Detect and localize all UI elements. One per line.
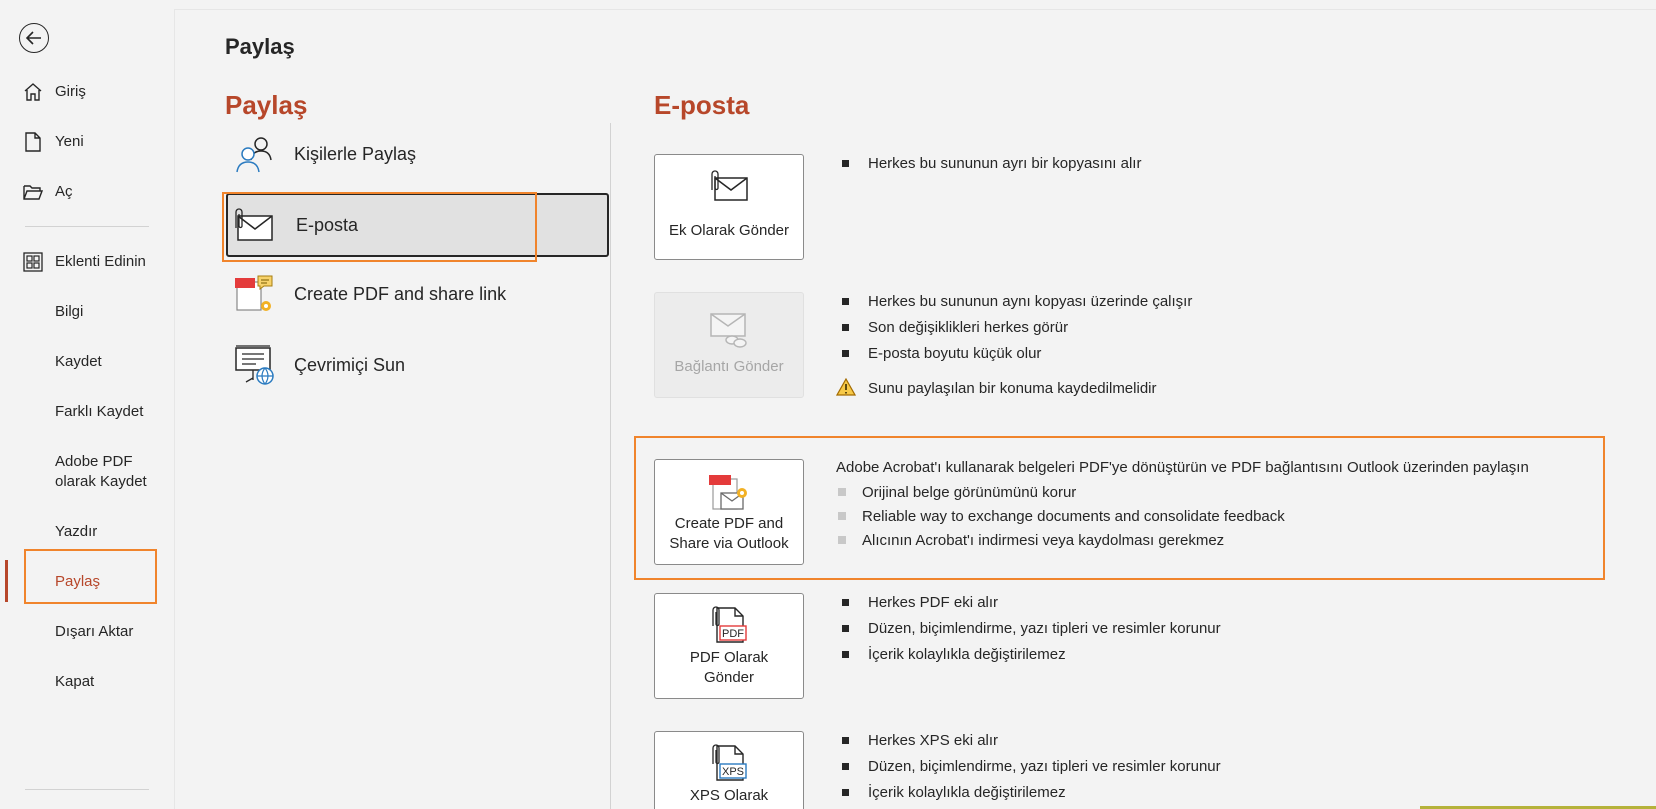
send-as-pdf-details: Herkes PDF eki alır Düzen, biçimlendirme… <box>838 592 1221 670</box>
nav-bottom-divider <box>25 789 149 790</box>
nav-new-label: Yeni <box>55 133 84 150</box>
detail-bullet: Herkes bu sununun aynı kopyası üzerinde … <box>838 291 1192 317</box>
share-option-present-online[interactable]: Çevrimiçi Sun <box>226 333 608 397</box>
create-pdf-share-outlook-label: Create PDF and Share via Outlook <box>669 515 789 552</box>
create-pdf-icon <box>234 273 276 315</box>
send-as-xps-button[interactable]: XPS XPS Olarak <box>654 731 804 809</box>
detail-bullet: İçerik kolaylıkla değiştirilemez <box>838 782 1221 808</box>
nav-save-as-adobe-pdf[interactable]: Adobe PDF olarak Kaydet <box>0 452 174 492</box>
share-option-email[interactable]: E-posta <box>226 193 609 257</box>
present-online-icon <box>234 344 276 386</box>
add-ins-icon <box>22 251 44 273</box>
email-attachment-icon <box>232 204 274 246</box>
send-link-button[interactable]: Bağlantı Gönder <box>654 292 804 398</box>
share-option-create-pdf-link-label: Create PDF and share link <box>294 283 507 304</box>
acrobat-share-icon <box>707 472 751 512</box>
share-heading: Paylaş <box>225 90 308 120</box>
detail-bullet: Herkes XPS eki alır <box>838 730 1221 756</box>
warning-text: Sunu paylaşılan bir konuma kaydedilmelid… <box>868 380 1157 397</box>
share-option-people[interactable]: Kişilerle Paylaş <box>226 122 608 186</box>
nav-save-as-adobe-pdf-label: Adobe PDF olarak Kaydet <box>55 453 147 490</box>
send-as-xps-label: XPS Olarak <box>689 787 769 804</box>
nav-new[interactable]: Yeni <box>0 130 174 154</box>
nav-print[interactable]: Yazdır <box>0 520 174 544</box>
nav-open[interactable]: Aç <box>0 180 174 204</box>
share-option-create-pdf-link[interactable]: Create PDF and share link <box>226 262 608 326</box>
nav-close-label: Kapat <box>55 673 95 690</box>
nav-info[interactable]: Bilgi <box>0 300 174 324</box>
warning-icon <box>835 377 857 403</box>
nav-add-ins[interactable]: Eklenti Edinin <box>0 250 174 274</box>
nav-save-as[interactable]: Farklı Kaydet <box>0 400 174 424</box>
pdf-icon-text: PDF <box>722 628 744 640</box>
nav-print-label: Yazdır <box>55 523 98 540</box>
send-as-pdf-label: PDF Olarak Gönder <box>689 649 769 686</box>
send-as-pdf-button[interactable]: PDF PDF Olarak Gönder <box>654 593 804 699</box>
nav-save[interactable]: Kaydet <box>0 350 174 374</box>
send-link-details: Herkes bu sununun aynı kopyası üzerinde … <box>835 291 1192 404</box>
nav-add-ins-label: Eklenti Edinin <box>55 253 146 270</box>
create-pdf-share-outlook-button[interactable]: Create PDF and Share via Outlook <box>654 459 804 565</box>
xps-icon-text: XPS <box>722 766 744 778</box>
back-button[interactable] <box>19 23 49 53</box>
detail-bullet: E-posta boyutu küçük olur <box>838 343 1192 369</box>
nav-save-as-label: Farklı Kaydet <box>55 403 144 420</box>
section-divider <box>610 123 611 809</box>
nav-share[interactable]: Paylaş <box>0 570 174 594</box>
home-icon <box>22 81 44 103</box>
new-document-icon <box>22 131 44 153</box>
nav-info-label: Bilgi <box>55 303 84 320</box>
share-option-email-label: E-posta <box>296 214 359 235</box>
back-arrow-icon <box>26 31 41 45</box>
send-as-attachment-button[interactable]: Ek Olarak Gönder <box>654 154 804 260</box>
nav-home-label: Giriş <box>55 83 86 100</box>
detail-bullet: Düzen, biçimlendirme, yazı tipleri ve re… <box>838 618 1221 644</box>
detail-bullet: Herkes PDF eki alır <box>838 592 1221 618</box>
backstage-nav: Giriş Yeni Aç Eklenti Edinin Bilgi Kayde… <box>0 0 174 809</box>
page-title: Paylaş <box>225 34 295 59</box>
detail-bullet: İçerik kolaylıkla değiştirilemez <box>838 644 1221 670</box>
link-envelope-icon <box>707 309 751 349</box>
send-as-attachment-details: Herkes bu sununun ayrı bir kopyasını alı… <box>838 153 1141 179</box>
send-as-attachment-label: Ek Olarak Gönder <box>668 222 790 239</box>
nav-divider <box>25 226 149 227</box>
create-pdf-share-outlook-description: Adobe Acrobat'ı kullanarak belgeleri PDF… <box>836 459 1529 476</box>
nav-share-label: Paylaş <box>55 573 101 590</box>
detail-bullet: Reliable way to exchange documents and c… <box>838 506 1285 530</box>
email-heading: E-posta <box>654 90 750 120</box>
share-option-people-label: Kişilerle Paylaş <box>294 143 417 164</box>
send-link-label: Bağlantı Gönder <box>674 358 784 375</box>
create-pdf-share-outlook-details: Orijinal belge görünümünü korur Reliable… <box>838 482 1285 554</box>
detail-bullet: Herkes bu sununun ayrı bir kopyasını alı… <box>838 153 1141 179</box>
nav-export[interactable]: Dışarı Aktar <box>0 620 174 644</box>
detail-bullet: Orijinal belge görünümünü korur <box>838 482 1285 506</box>
share-option-present-online-label: Çevrimiçi Sun <box>294 354 406 375</box>
people-icon <box>234 133 276 175</box>
nav-open-label: Aç <box>55 183 73 200</box>
detail-bullet: Alıcının Acrobat'ı indirmesi veya kaydol… <box>838 530 1285 554</box>
attachment-envelope-icon <box>707 167 751 207</box>
send-as-xps-details: Herkes XPS eki alır Düzen, biçimlendirme… <box>838 730 1221 808</box>
nav-home[interactable]: Giriş <box>0 80 174 104</box>
pdf-attachment-icon: PDF <box>707 604 751 644</box>
nav-close[interactable]: Kapat <box>0 670 174 694</box>
xps-attachment-icon: XPS <box>707 742 751 782</box>
warning-row: Sunu paylaşılan bir konuma kaydedilmelid… <box>835 377 1192 404</box>
detail-bullet: Son değişiklikleri herkes görür <box>838 317 1192 343</box>
detail-bullet: Düzen, biçimlendirme, yazı tipleri ve re… <box>838 756 1221 782</box>
open-folder-icon <box>22 181 44 203</box>
nav-save-label: Kaydet <box>55 353 102 370</box>
nav-export-label: Dışarı Aktar <box>55 623 134 640</box>
